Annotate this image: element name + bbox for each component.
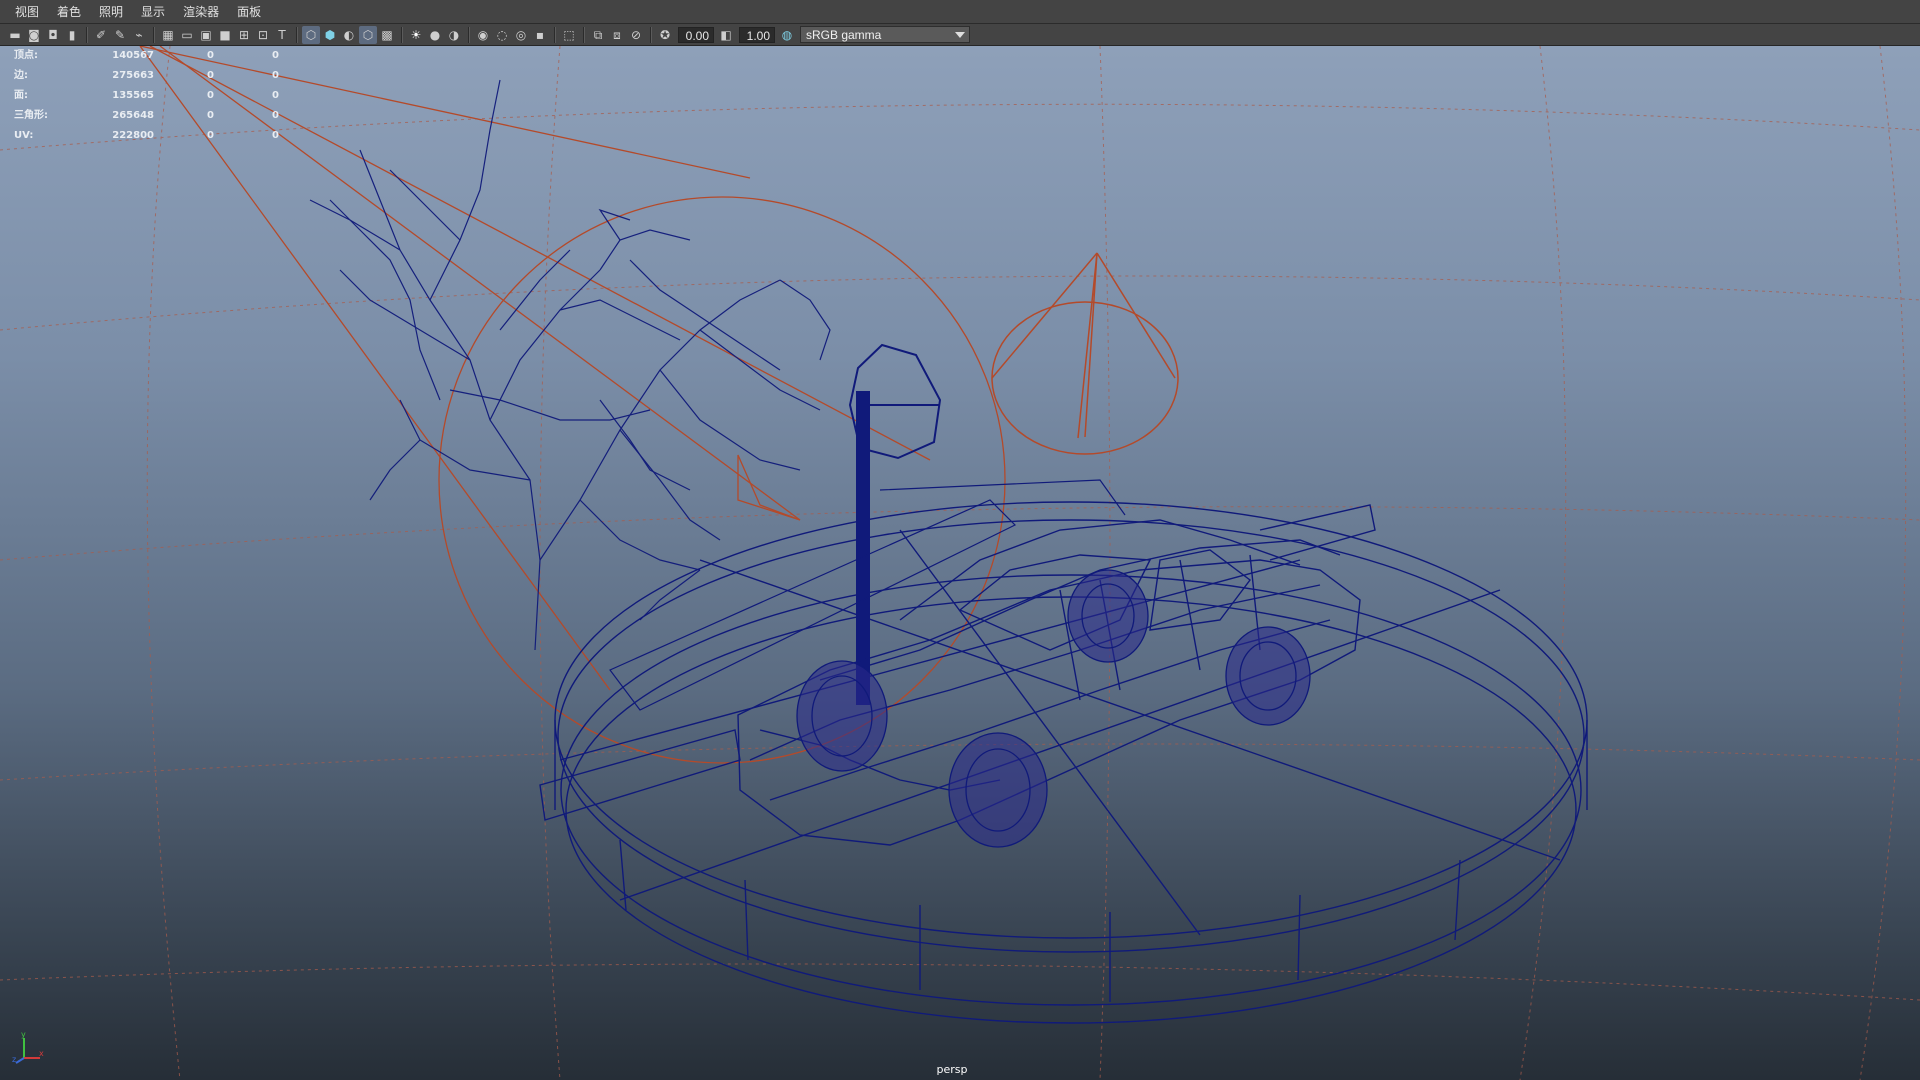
perspective-viewport[interactable]: 顶点: 140567 0 0 边: 275663 0 0 面: 135565 0… [0,46,1920,1080]
hud-selected: 0 [207,130,214,141]
hud-label: 边: [14,70,28,81]
isolate-select-view-icon[interactable]: ⬚ [560,26,578,44]
hud-value: 140567 [112,50,154,61]
toolbar-separator [401,26,403,43]
toolbar-separator [296,26,298,43]
scene-wireframe[interactable] [0,46,1920,1080]
menu-renderer[interactable]: 渲染器 [174,1,228,23]
toolbar-separator [86,26,88,43]
film-gate-icon[interactable]: ▭ [178,26,196,44]
grid-toggle-icon[interactable]: ▦ [159,26,177,44]
wireframe-on-shaded-icon[interactable]: ⬡ [359,25,377,44]
hud-value: 275663 [112,70,154,81]
view-transform-dropdown[interactable]: sRGB gamma [800,26,970,43]
motion-blur-icon[interactable]: ◉ [474,26,492,44]
bookmarks-icon[interactable]: ◘ [44,26,62,44]
hud-selected: 0 [207,50,214,61]
color-management-icon[interactable]: ◍ [778,26,796,44]
viewport-menu-bar: 视图 着色 照明 显示 渲染器 面板 [0,0,1920,24]
toolbar-separator [153,26,155,43]
hud-components: 0 [272,110,279,121]
hud-selected: 0 [207,90,214,101]
axis-x-label: x [39,1049,44,1058]
hud-selected: 0 [207,110,214,121]
hud-row-triangles: 三角形: 265648 0 0 [14,106,279,126]
view-transform-value: sRGB gamma [806,27,882,42]
hud-label: 面: [14,90,28,101]
spot-light-cone[interactable] [991,252,1179,455]
menu-panels[interactable]: 面板 [228,1,270,23]
gate-mask-icon[interactable]: ■ [216,26,234,44]
exposure-field[interactable]: 0.00 [678,26,714,43]
select-camera-icon[interactable]: ▬ [6,26,24,44]
chevron-down-icon [955,31,965,38]
hud-label: UV: [14,130,34,141]
safe-title-icon[interactable]: T [273,26,291,44]
ground-grid [0,46,1920,1080]
toolbar-separator [650,26,652,43]
menu-shading[interactable]: 着色 [48,1,90,23]
xray-joints-icon[interactable]: ⧉ [589,26,607,44]
wireframe-icon[interactable]: ⬡ [302,25,320,44]
image-plane-icon[interactable]: ▮ [63,26,81,44]
camera-attributes-icon[interactable]: ◙ [25,26,43,44]
hud-row-edges: 边: 275663 0 0 [14,66,279,86]
car-wheels[interactable] [796,569,1311,848]
hud-components: 0 [272,70,279,81]
brush-icon[interactable]: ⌁ [130,26,148,44]
smooth-shade-icon[interactable]: ⬢ [321,26,339,44]
hud-value: 222800 [112,130,154,141]
two-d-pan-zoom-icon[interactable]: ✐ [92,26,110,44]
hud-row-faces: 面: 135565 0 0 [14,86,279,106]
camera-name-label: persp [936,1063,968,1076]
depth-of-field-icon[interactable]: ◎ [512,26,530,44]
axis-gizmo: y x z [12,1032,44,1064]
use-all-lights-icon[interactable]: ☀ [407,26,425,44]
exposure-icon[interactable]: ✪ [656,26,674,44]
viewport-toolbar: ▬ ◙ ◘ ▮ ✐ ✎ ⌁ ▦ ▭ ▣ ■ ⊞ ⊡ T ⬡ ⬢ ◐ ⬡ ▩ ☀ … [0,24,1920,46]
grease-pencil-icon[interactable]: ✎ [111,26,129,44]
xray-active-icon[interactable]: ⧈ [608,26,626,44]
safe-action-icon[interactable]: ⊡ [254,26,272,44]
axis-y-label: y [21,1032,26,1039]
hud-components: 0 [272,90,279,101]
hud-row-uvs: UV: 222800 0 0 [14,126,279,146]
shadows-icon[interactable]: ● [426,26,444,44]
poly-count-hud: 顶点: 140567 0 0 边: 275663 0 0 面: 135565 0… [14,46,279,146]
toolbar-separator [554,26,556,43]
backface-culling-icon[interactable]: ⊘ [627,26,645,44]
menu-view[interactable]: 视图 [6,1,48,23]
resolution-gate-icon[interactable]: ▣ [197,26,215,44]
hud-selected: 0 [207,70,214,81]
field-chart-icon[interactable]: ⊞ [235,26,253,44]
gamma-field[interactable]: 1.00 [739,26,775,43]
hud-label: 顶点: [14,50,38,61]
hud-components: 0 [272,130,279,141]
screen-space-ao-icon[interactable]: ◑ [445,26,463,44]
hud-label: 三角形: [14,110,48,121]
hud-components: 0 [272,50,279,61]
isolate-select-icon[interactable]: ▪ [531,26,549,44]
hud-row-vertices: 顶点: 140567 0 0 [14,46,279,66]
gamma-icon[interactable]: ◧ [717,26,735,44]
hud-value: 265648 [112,110,154,121]
xray-icon[interactable]: ▩ [378,26,396,44]
menu-show[interactable]: 显示 [132,1,174,23]
default-material-icon[interactable]: ◐ [340,26,358,44]
multisample-aa-icon[interactable]: ◌ [493,26,511,44]
toolbar-separator [468,26,470,43]
menu-lighting[interactable]: 照明 [90,1,132,23]
toolbar-separator [583,26,585,43]
hud-value: 135565 [112,90,154,101]
